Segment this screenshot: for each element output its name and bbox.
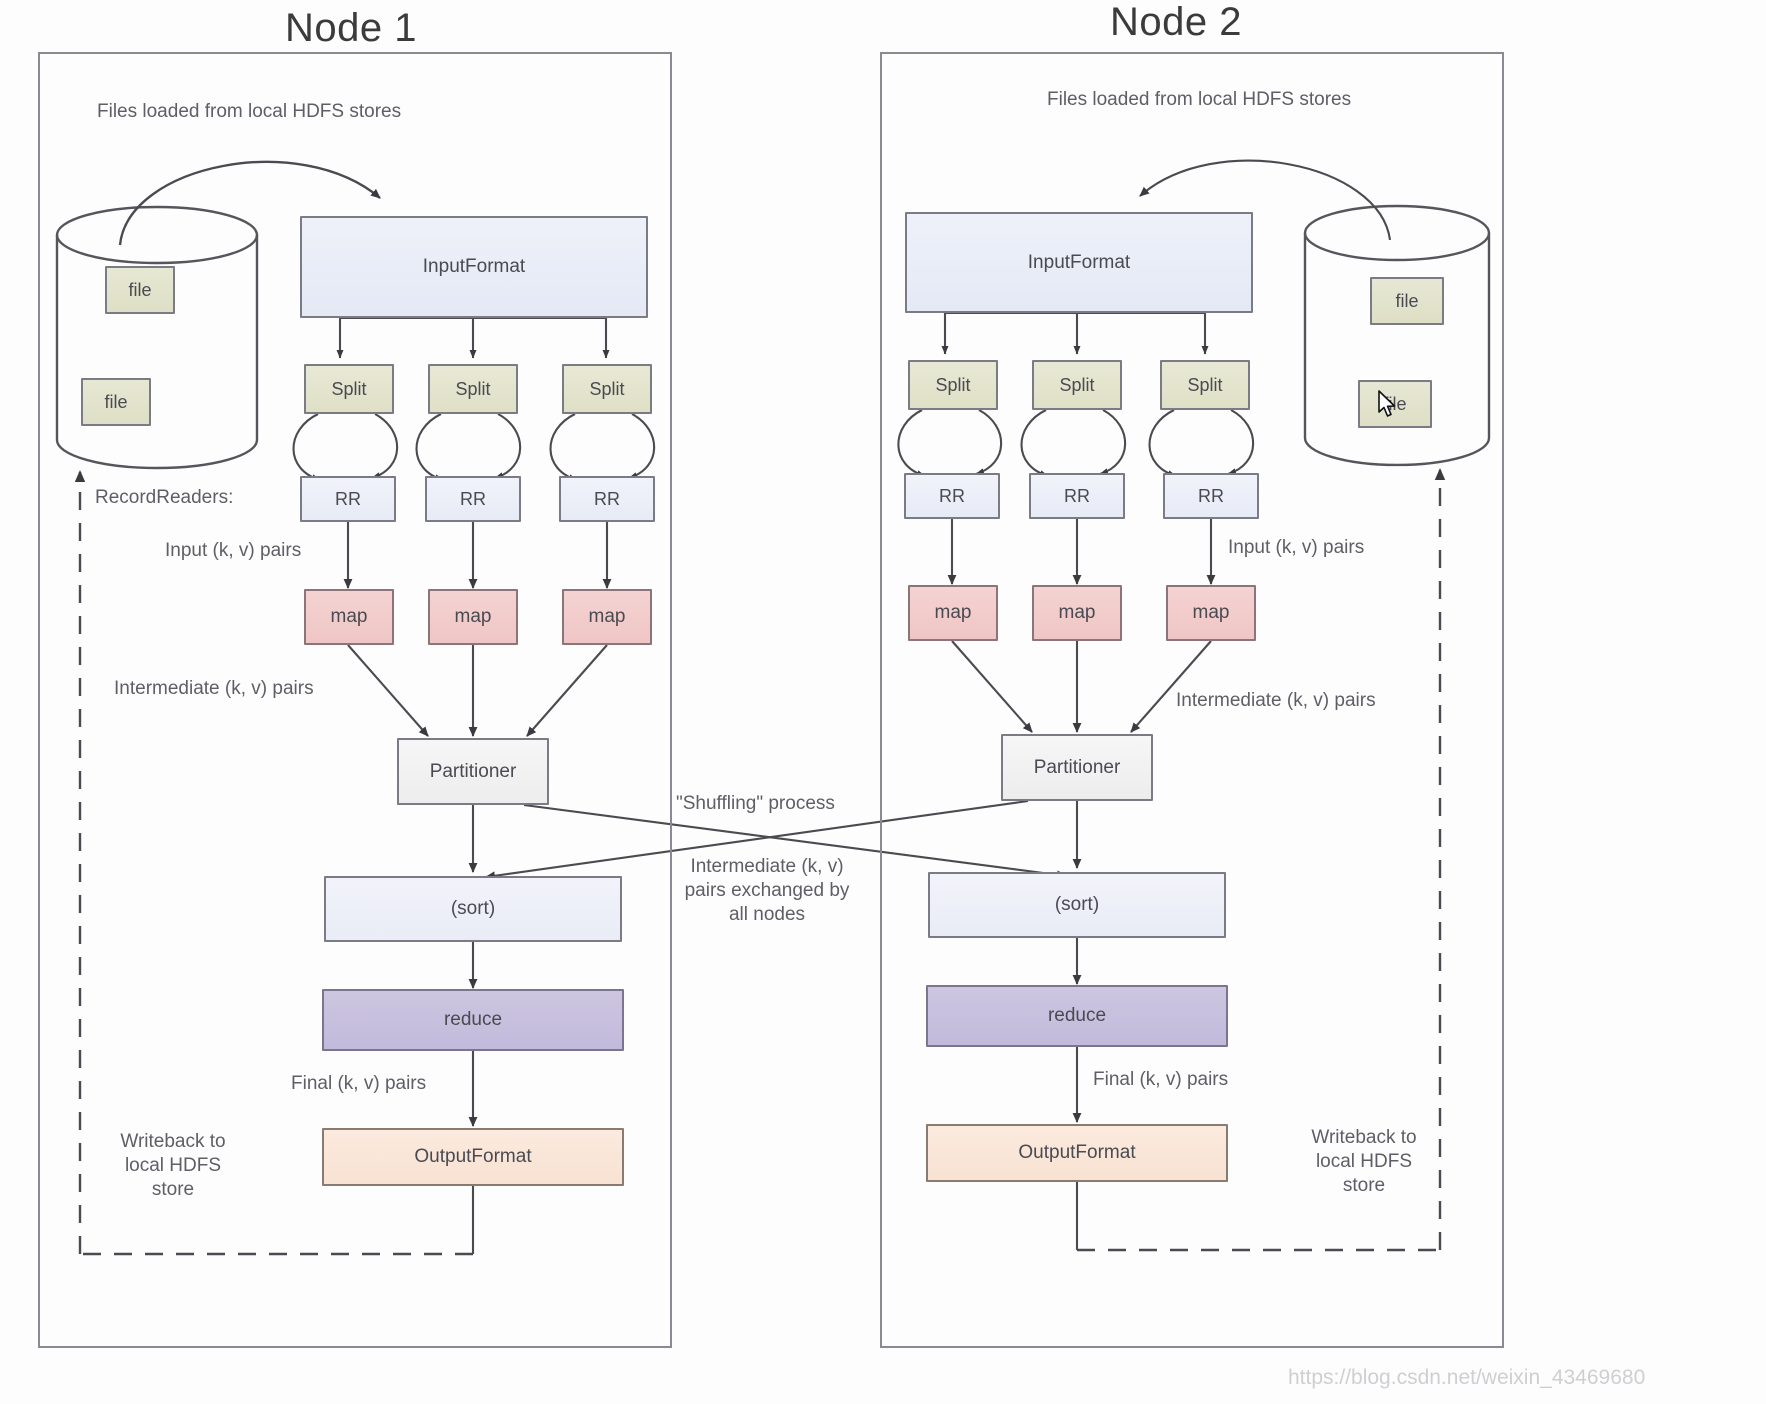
node-2-final-pairs-label: Final (k, v) pairs [1093, 1069, 1229, 1090]
watermark-text: https://blog.csdn.net/weixin_43469680 [1288, 1366, 1646, 1389]
node-2-title: Node 2 [1110, 0, 1242, 44]
node-1-rr-1: RR [300, 476, 396, 522]
node-2-intermediate-pairs-label: Intermediate (k, v) pairs [1176, 690, 1376, 711]
node-1-files-loaded-label: Files loaded from local HDFS stores [97, 101, 402, 122]
node-2-split-3: Split [1160, 360, 1250, 410]
node-1-recordreaders-label: RecordReaders: [95, 487, 234, 508]
node-1-split-1: Split [304, 364, 394, 414]
node-1-input-pairs-label: Input (k, v) pairs [165, 540, 302, 561]
node-1-title: Node 1 [285, 6, 417, 50]
node-2-writeback-label: Writeback to local HDFS store [1311, 1127, 1417, 1196]
node-1-map-2: map [428, 589, 518, 645]
node-2-partitioner: Partitioner [1001, 734, 1153, 801]
node-2-file-1: file [1370, 277, 1444, 325]
node-1-split-2: Split [428, 364, 518, 414]
node-2-inputformat: InputFormat [905, 212, 1253, 313]
node-2-file-2: file [1358, 380, 1432, 428]
node-2-map-1: map [908, 585, 998, 641]
node-1-sort: (sort) [324, 876, 622, 942]
node-2-outputformat: OutputFormat [926, 1124, 1228, 1182]
node-1-reduce: reduce [322, 989, 624, 1051]
shuffling-process-label: "Shuffling" process [676, 793, 835, 814]
diagram-canvas: Node 1 Files loaded from local HDFS stor… [0, 0, 1766, 1404]
node-2-split-1: Split [908, 360, 998, 410]
node-1-rr-3: RR [559, 476, 655, 522]
node-2-rr-1: RR [904, 473, 1000, 519]
node-1-file-2: file [81, 378, 151, 426]
node-1-outputformat: OutputFormat [322, 1128, 624, 1186]
node-1-inputformat: InputFormat [300, 216, 648, 318]
node-2-rr-3: RR [1163, 473, 1259, 519]
node-1-partitioner: Partitioner [397, 738, 549, 805]
node-2-split-2: Split [1032, 360, 1122, 410]
node-1-split-3: Split [562, 364, 652, 414]
node-2-sort: (sort) [928, 872, 1226, 938]
node-1-map-1: map [304, 589, 394, 645]
intermediate-exchange-label: Intermediate (k, v) pairs exchanged by a… [684, 856, 850, 925]
node-1-map-3: map [562, 589, 652, 645]
node-2-map-3: map [1166, 585, 1256, 641]
node-1-rr-2: RR [425, 476, 521, 522]
node-2-reduce: reduce [926, 985, 1228, 1047]
node-2-map-2: map [1032, 585, 1122, 641]
node-2-rr-2: RR [1029, 473, 1125, 519]
node-1-intermediate-pairs-label: Intermediate (k, v) pairs [114, 678, 314, 699]
node-2-input-pairs-label: Input (k, v) pairs [1228, 537, 1365, 558]
node-1-final-pairs-label: Final (k, v) pairs [291, 1073, 427, 1094]
node-2-files-loaded-label: Files loaded from local HDFS stores [1047, 89, 1352, 110]
node-1-writeback-label: Writeback to local HDFS store [120, 1131, 226, 1200]
node-1-file-1: file [105, 266, 175, 314]
